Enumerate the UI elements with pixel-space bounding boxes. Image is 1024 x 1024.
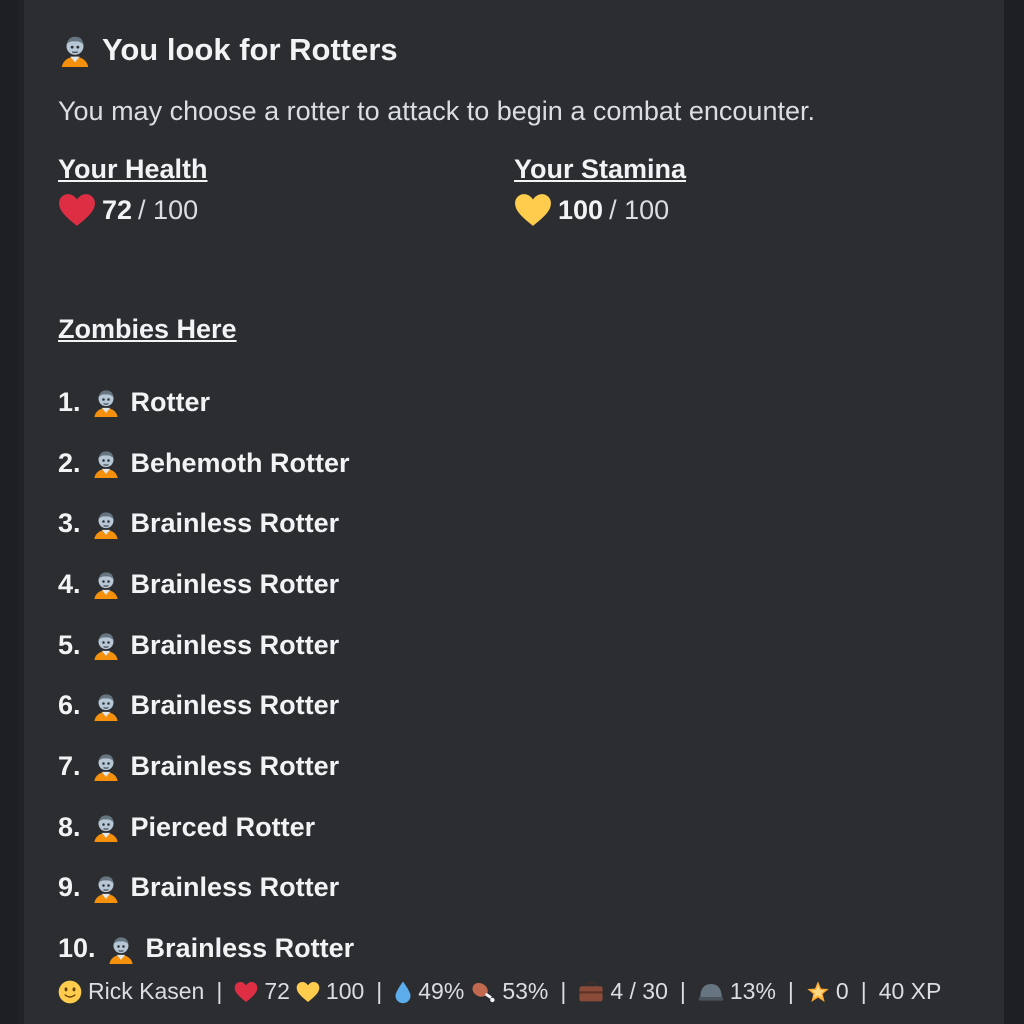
yellow-heart-icon (514, 193, 552, 227)
embed-card: You look for Rotters You may choose a ro… (18, 0, 1004, 1024)
separator: | (560, 978, 567, 1004)
helmet-icon (698, 981, 724, 1003)
briefcase-icon (578, 981, 604, 1003)
zombie-number: 5. (58, 629, 81, 660)
zombie-number: 7. (58, 750, 81, 781)
zombie-icon (106, 934, 136, 964)
star-icon (806, 980, 830, 1004)
embed-title-row: You look for Rotters (58, 32, 398, 68)
zombie-name: Brainless Rotter (145, 933, 355, 964)
embed-description: You may choose a rotter to attack to beg… (58, 96, 815, 126)
zombie-name: Pierced Rotter (130, 811, 316, 842)
footer-stamina: 100 (325, 978, 365, 1004)
yellow-heart-icon (296, 981, 320, 1003)
zombie-number: 3. (58, 508, 81, 539)
zombie-icon (91, 387, 121, 418)
zombie-name: Brainless Rotter (130, 568, 340, 599)
zombie-number: 2. (58, 447, 81, 478)
list-item: 1. Rotter (58, 372, 354, 433)
zombie-name: Brainless Rotter (130, 690, 340, 721)
separator: | (216, 978, 223, 1004)
footer-water: 49% (418, 978, 465, 1004)
red-heart-icon (234, 981, 258, 1003)
separator: | (860, 978, 867, 1004)
zombie-number: 8. (58, 811, 81, 842)
list-item: 3. Brainless Rotter (58, 493, 354, 554)
footer-food: 53% (502, 978, 549, 1004)
zombie-icon (91, 630, 121, 661)
footer-xp: 40 XP (878, 978, 942, 1004)
stamina-current: 100 (558, 194, 604, 225)
smiley-icon (58, 980, 82, 1004)
zombie-icon (91, 873, 121, 903)
zombie-list: 1. Rotter 2. Behemoth Rotter 3. Brainless R… (58, 372, 354, 979)
drumstick-icon (470, 980, 496, 1004)
zombie-number: 6. (58, 690, 81, 721)
zombie-icon (91, 691, 121, 721)
red-heart-icon (58, 193, 96, 227)
stamina-max: / 100 (609, 194, 670, 225)
zombie-icon (91, 569, 121, 600)
footer-inventory: 4 / 30 (610, 978, 668, 1004)
status-footer: Rick Kasen | 72 100 | 49% 53% | 4 / 30 |… (58, 978, 941, 1005)
zombie-name: Rotter (130, 386, 211, 417)
list-item: 4. Brainless Rotter (58, 554, 354, 615)
health-label: Your Health (58, 154, 208, 184)
droplet-icon (394, 980, 412, 1004)
list-item: 8. Pierced Rotter (58, 797, 354, 858)
zombie-name: Brainless Rotter (130, 750, 340, 781)
health-field: Your Health 72 / 100 (58, 154, 208, 227)
zombie-name: Brainless Rotter (130, 629, 340, 660)
list-item: 6. Brainless Rotter (58, 675, 354, 736)
stamina-value: 100 / 100 (514, 193, 686, 227)
zombie-number: 10. (58, 933, 96, 964)
embed-title: You look for Rotters (102, 32, 398, 67)
list-item: 5. Brainless Rotter (58, 615, 354, 676)
zombie-name: Behemoth Rotter (130, 447, 350, 478)
zombie-icon (91, 751, 121, 782)
zombie-number: 1. (58, 386, 81, 417)
separator: | (679, 978, 686, 1004)
zombie-icon (91, 448, 121, 479)
health-value: 72 / 100 (58, 193, 208, 227)
zombie-icon (58, 33, 92, 67)
list-item: 2. Behemoth Rotter (58, 433, 354, 494)
player-name: Rick Kasen (88, 978, 205, 1004)
separator: | (787, 978, 794, 1004)
zombie-icon (91, 509, 121, 539)
list-item: 10. Brainless Rotter (58, 918, 354, 979)
zombie-name: Brainless Rotter (130, 508, 340, 539)
list-item: 9. Brainless Rotter (58, 858, 354, 919)
stamina-field: Your Stamina 100 / 100 (514, 154, 686, 227)
footer-stars: 0 (835, 978, 849, 1004)
zombie-number: 4. (58, 568, 81, 599)
health-current: 72 (102, 194, 133, 225)
zombies-heading: Zombies Here (58, 314, 237, 344)
separator: | (376, 978, 383, 1004)
health-max: / 100 (138, 194, 199, 225)
zombie-icon (91, 812, 121, 843)
footer-armor: 13% (729, 978, 776, 1004)
footer-health: 72 (264, 978, 290, 1004)
zombie-number: 9. (58, 872, 81, 903)
stamina-label: Your Stamina (514, 154, 687, 184)
zombie-name: Brainless Rotter (130, 872, 340, 903)
list-item: 7. Brainless Rotter (58, 736, 354, 797)
